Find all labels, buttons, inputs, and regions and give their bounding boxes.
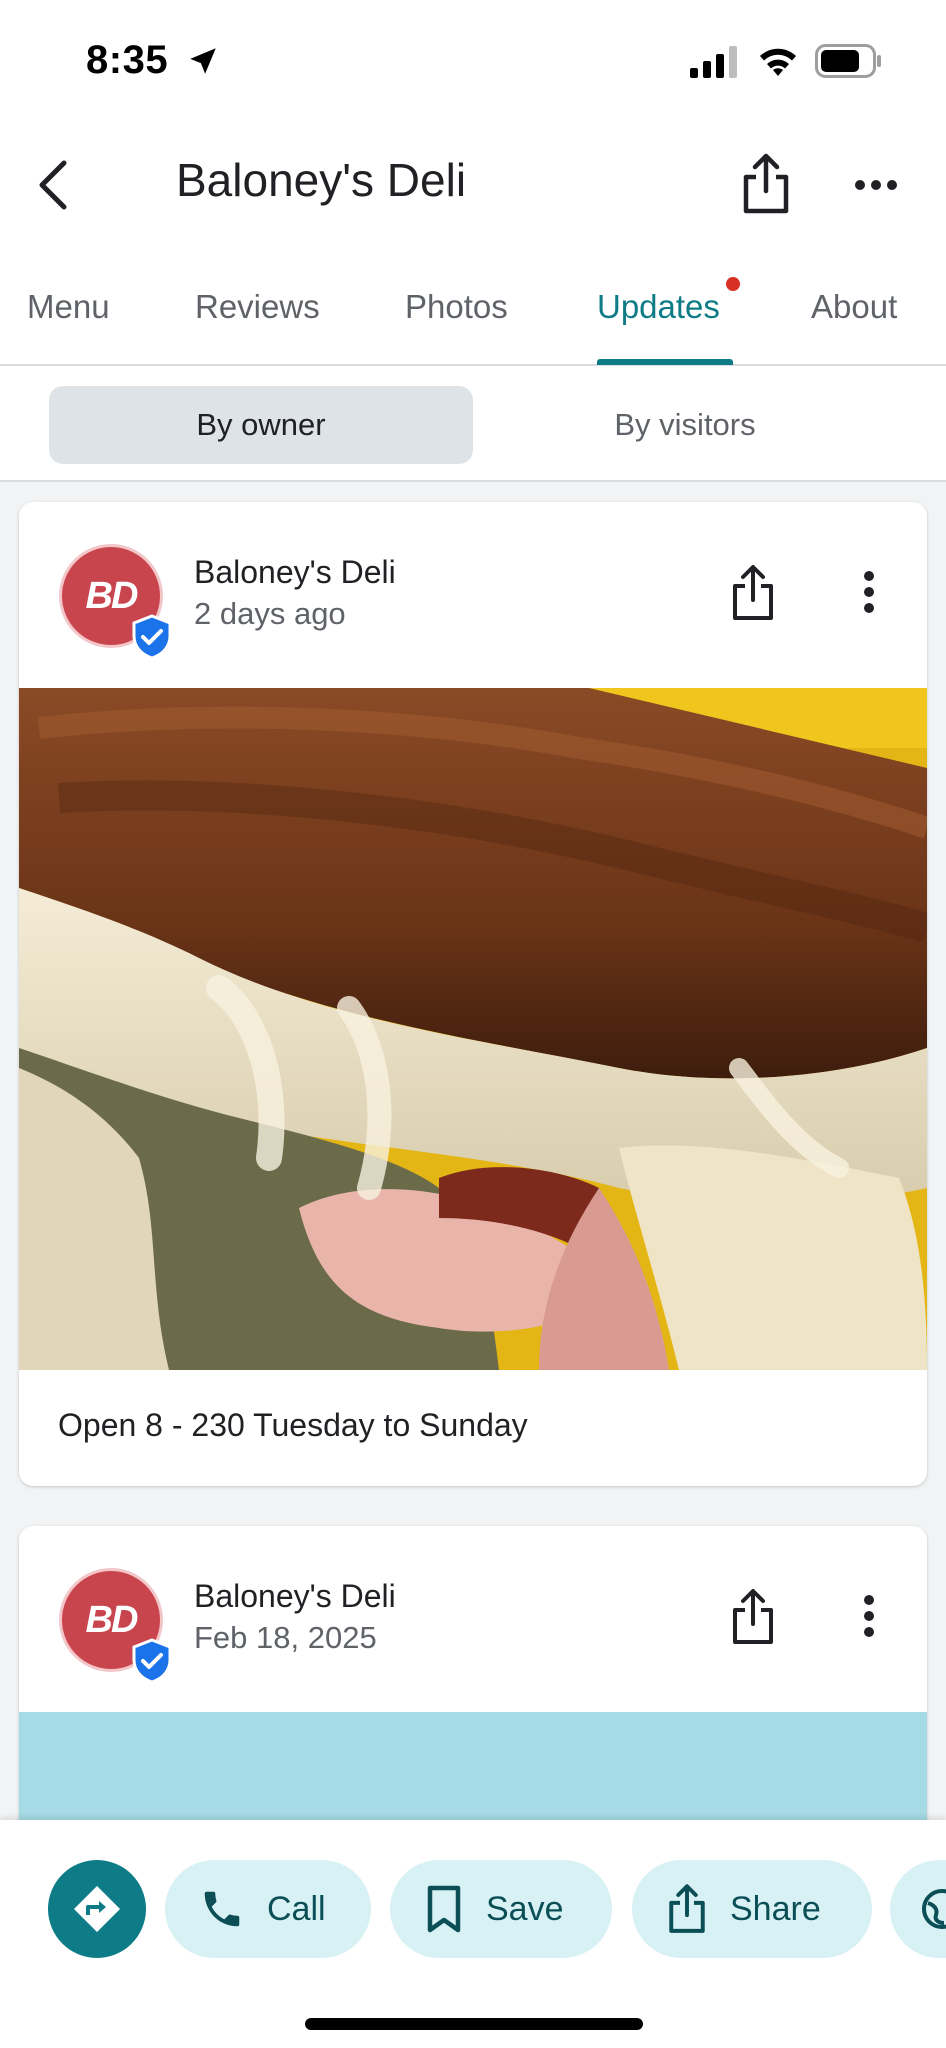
save-label: Save: [486, 1889, 564, 1928]
share-button[interactable]: Share: [632, 1860, 872, 1958]
share-icon[interactable]: [738, 153, 794, 215]
tab-about[interactable]: About: [811, 288, 897, 326]
verified-badge-icon: [132, 1638, 172, 1684]
directions-icon: [74, 1886, 120, 1932]
more-vertical-icon[interactable]: [862, 570, 876, 614]
segmented-control: By owner By visitors: [0, 366, 946, 482]
app-header: Baloney's Deli: [0, 125, 946, 240]
location-arrow-icon: [190, 48, 216, 74]
battery-icon: [815, 44, 881, 78]
back-arrow-icon[interactable]: [30, 155, 80, 215]
globe-icon: [922, 1889, 946, 1929]
post-author: Baloney's Deli: [194, 1578, 396, 1614]
phone-icon: [204, 1891, 240, 1927]
bookmark-icon: [427, 1885, 461, 1933]
tab-menu[interactable]: Menu: [27, 288, 110, 326]
status-bar: 8:35: [0, 0, 946, 125]
status-time: 8:35: [86, 38, 169, 82]
home-indicator: [305, 2018, 643, 2030]
action-bar: Call Save Share: [0, 1820, 946, 2048]
directions-button[interactable]: [48, 1860, 146, 1958]
share-icon[interactable]: [729, 1588, 777, 1646]
call-label: Call: [267, 1889, 326, 1928]
update-card: BD Baloney's Deli 2 days ago Open 8 - 23…: [19, 502, 927, 1486]
verified-badge-icon: [132, 614, 172, 660]
active-tab-indicator: [597, 359, 733, 365]
by-owner-button[interactable]: By owner: [49, 386, 473, 464]
more-vertical-icon[interactable]: [862, 1594, 876, 1638]
tab-reviews[interactable]: Reviews: [195, 288, 320, 326]
tab-bar: Menu Reviews Photos Updates About: [0, 240, 946, 366]
more-horizontal-icon[interactable]: [852, 165, 900, 205]
share-label: Share: [730, 1889, 821, 1928]
call-button[interactable]: Call: [165, 1860, 371, 1958]
wifi-icon: [760, 48, 796, 76]
share-icon: [669, 1884, 705, 1933]
share-icon[interactable]: [729, 564, 777, 622]
post-date: Feb 18, 2025: [194, 1620, 377, 1655]
post-date: 2 days ago: [194, 596, 346, 631]
screen: 8:35 Baloney's Deli Menu Reviews Photos …: [0, 0, 946, 2048]
post-text: Open 8 - 230 Tuesday to Sunday: [58, 1407, 528, 1443]
tab-photos[interactable]: Photos: [405, 288, 508, 326]
tab-updates[interactable]: Updates: [597, 288, 720, 326]
cellular-signal-icon: [690, 46, 737, 78]
more-actions-button[interactable]: [890, 1860, 946, 1958]
post-author: Baloney's Deli: [194, 554, 396, 590]
by-visitors-button[interactable]: By visitors: [473, 386, 897, 464]
save-button[interactable]: Save: [390, 1860, 612, 1958]
notification-dot: [726, 277, 740, 291]
page-title: Baloney's Deli: [176, 154, 467, 206]
sandwich-photo[interactable]: [19, 688, 927, 1370]
